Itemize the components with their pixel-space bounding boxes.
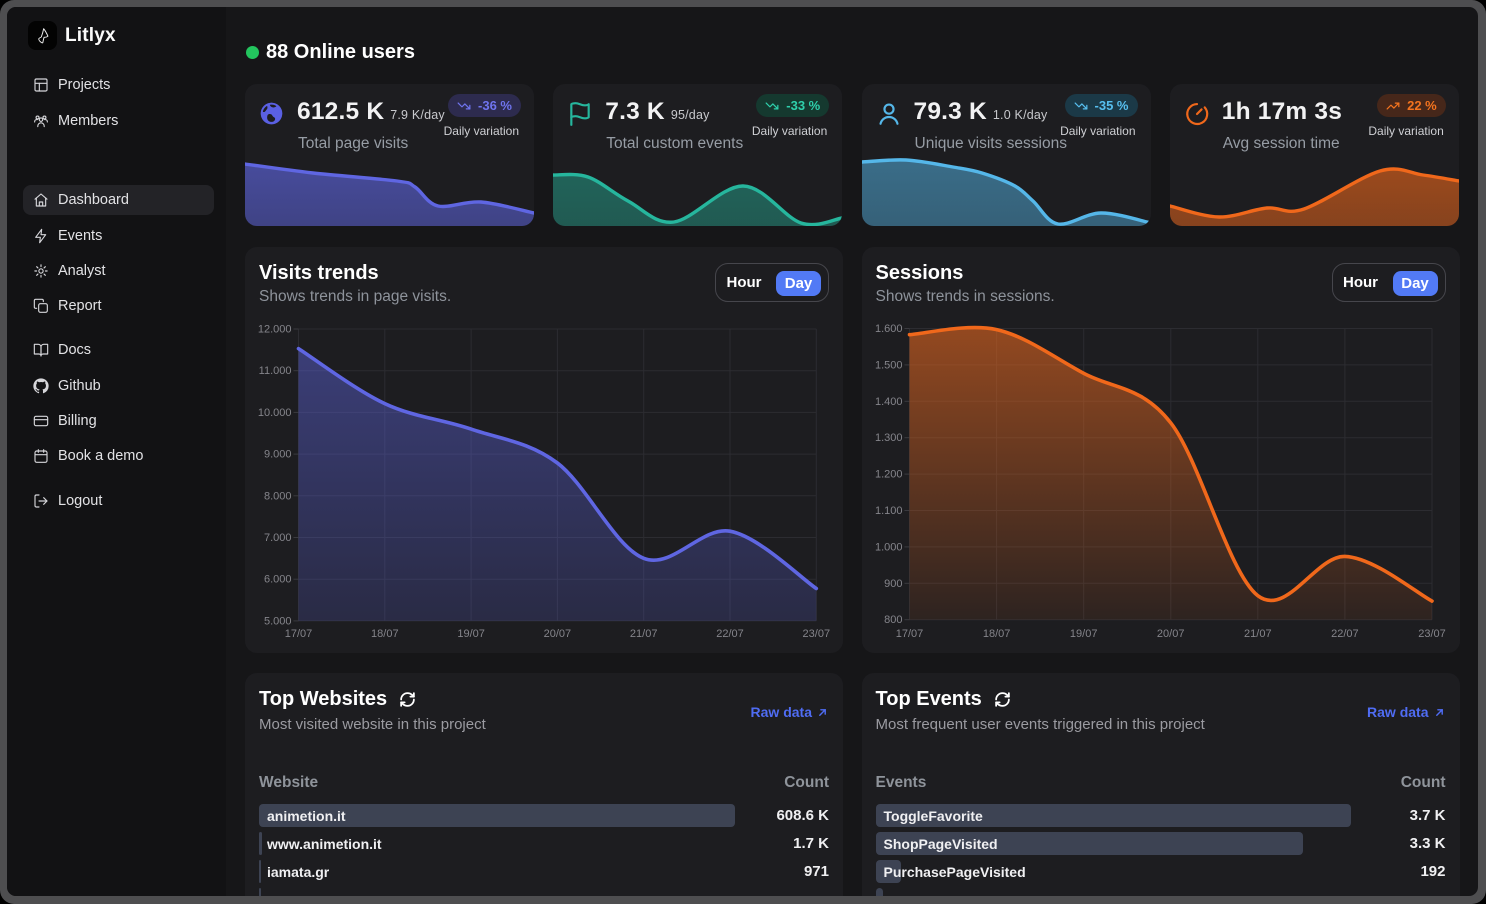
svg-text:1.300: 1.300 bbox=[874, 432, 902, 444]
svg-text:21/07: 21/07 bbox=[1244, 628, 1272, 640]
svg-text:8.000: 8.000 bbox=[264, 490, 292, 502]
svg-text:23/07: 23/07 bbox=[803, 628, 831, 640]
svg-text:9.000: 9.000 bbox=[264, 449, 292, 461]
svg-text:22/07: 22/07 bbox=[716, 628, 744, 640]
svg-text:800: 800 bbox=[884, 614, 902, 626]
svg-text:7.000: 7.000 bbox=[264, 532, 292, 544]
svg-text:1.500: 1.500 bbox=[874, 359, 902, 371]
svg-text:18/07: 18/07 bbox=[982, 628, 1010, 640]
svg-text:23/07: 23/07 bbox=[1418, 628, 1446, 640]
svg-text:19/07: 19/07 bbox=[1069, 628, 1097, 640]
svg-text:20/07: 20/07 bbox=[544, 628, 572, 640]
svg-text:11.000: 11.000 bbox=[259, 365, 292, 377]
svg-text:1.200: 1.200 bbox=[874, 469, 902, 481]
svg-text:20/07: 20/07 bbox=[1156, 628, 1184, 640]
svg-text:1.600: 1.600 bbox=[874, 323, 902, 335]
svg-text:1.000: 1.000 bbox=[874, 541, 902, 553]
svg-text:5.000: 5.000 bbox=[264, 615, 292, 627]
svg-text:22/07: 22/07 bbox=[1331, 628, 1359, 640]
svg-text:12.000: 12.000 bbox=[258, 324, 292, 336]
svg-text:6.000: 6.000 bbox=[264, 574, 292, 586]
svg-text:17/07: 17/07 bbox=[895, 628, 923, 640]
svg-text:10.000: 10.000 bbox=[258, 407, 292, 419]
svg-text:1.400: 1.400 bbox=[874, 396, 902, 408]
svg-text:18/07: 18/07 bbox=[371, 628, 399, 640]
svg-text:17/07: 17/07 bbox=[285, 628, 313, 640]
svg-text:21/07: 21/07 bbox=[630, 628, 658, 640]
svg-text:900: 900 bbox=[884, 578, 902, 590]
svg-text:1.100: 1.100 bbox=[874, 505, 902, 517]
svg-text:19/07: 19/07 bbox=[457, 628, 485, 640]
